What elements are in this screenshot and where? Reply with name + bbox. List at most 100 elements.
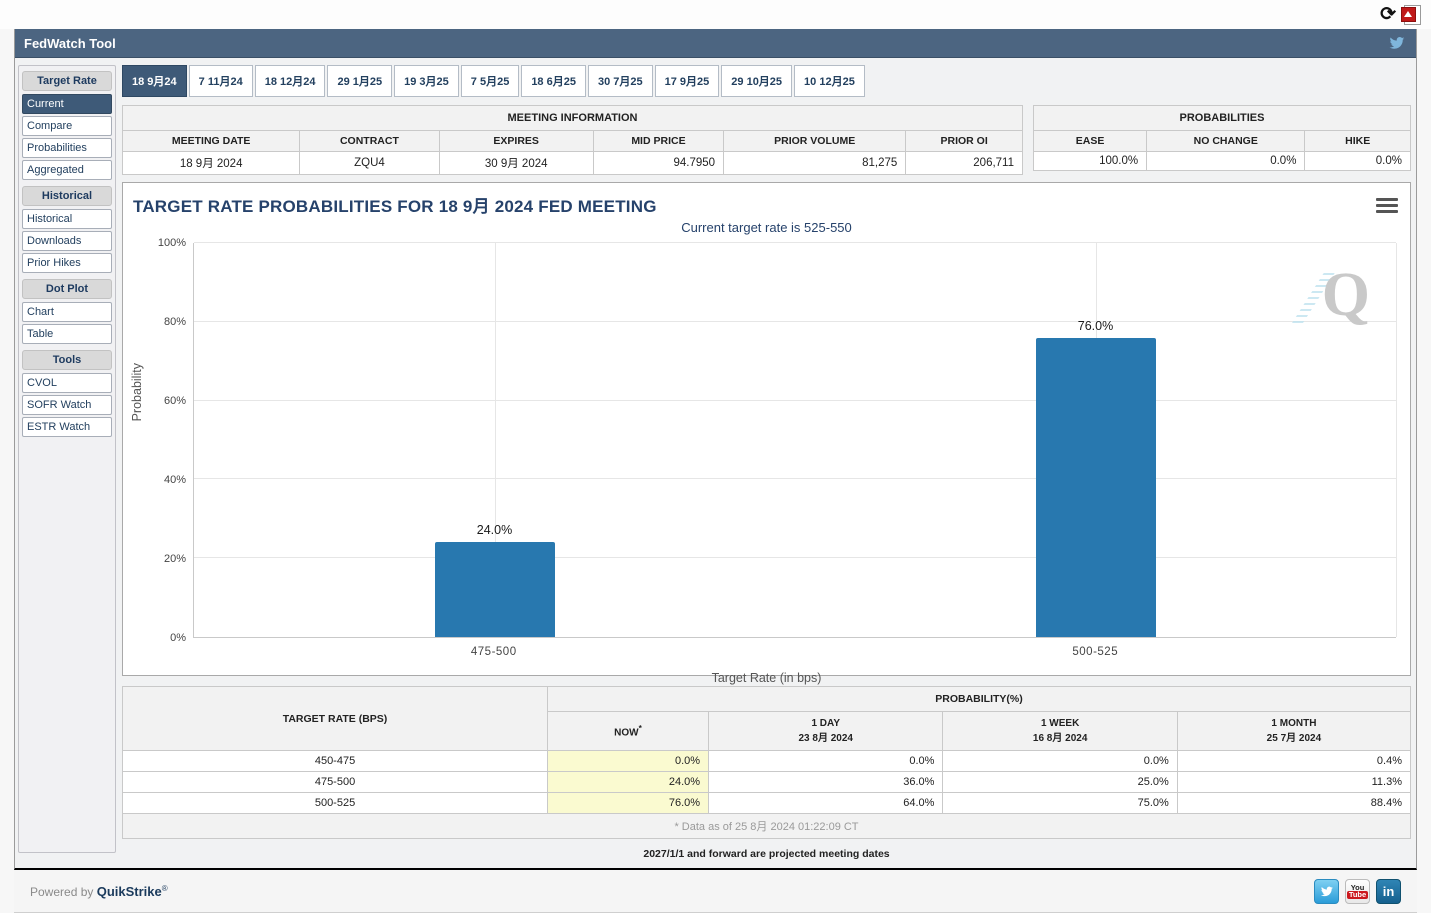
col-no-change: NO CHANGE [1147,131,1305,152]
tab-meeting-10[interactable]: 10 12月25 [794,65,865,97]
tab-meeting-4[interactable]: 19 3月25 [394,65,459,97]
tab-meeting-0[interactable]: 18 9月24 [122,65,187,97]
table-row-475-500: 475-500 24.0% 36.0% 25.0% 11.3% [123,772,1411,793]
tab-meeting-8[interactable]: 17 9月25 [655,65,720,97]
tab-meeting-3[interactable]: 29 1月25 [327,65,392,97]
sidebar-item-sofr-watch[interactable]: SOFR Watch [22,395,112,415]
twitter-icon[interactable] [1387,35,1407,51]
col-prior-volume: PRIOR VOLUME [724,131,906,152]
rate-cell: 450-475 [123,751,548,772]
y-tick-0: 0% [170,632,186,644]
y-tick-40: 40% [164,474,186,486]
sidebar-item-compare[interactable]: Compare [22,116,112,136]
now-cell: 24.0% [548,772,709,793]
bar-rect-475-500[interactable] [435,542,555,637]
chart-subtitle: Current target rate is 525-550 [123,220,1410,235]
y-tick-60: 60% [164,395,186,407]
sidebar-item-historical[interactable]: Historical [22,209,112,229]
probability-group-header: PROBABILITY(%) [548,687,1411,712]
linkedin-icon[interactable]: in [1376,879,1401,904]
rate-cell: 500-525 [123,793,548,814]
x-axis-title: Target Rate (in bps) [123,671,1410,685]
col-1-day: 1 DAY23 8月 2024 [709,712,943,751]
probability-history-table: TARGET RATE (BPS) PROBABILITY(%) NOW* 1 … [122,686,1411,839]
bar-475-500: 24.0% [435,243,555,637]
sidebar-item-cvol[interactable]: CVOL [22,373,112,393]
sidebar-item-estr-watch[interactable]: ESTR Watch [22,417,112,437]
now-cell: 76.0% [548,793,709,814]
meeting-tabs: 18 9月24 7 11月24 18 12月24 29 1月25 19 3月25… [122,65,1411,97]
youtube-icon[interactable]: You Tube [1345,879,1370,904]
tab-meeting-5[interactable]: 7 5月25 [461,65,520,97]
sidebar-item-current[interactable]: Current [22,94,112,114]
chart-title: TARGET RATE PROBABILITIES FOR 18 9月 2024… [123,183,1410,217]
y-axis-title: Probability [130,363,144,421]
sidebar-item-probabilities[interactable]: Probabilities [22,138,112,158]
target-rate-chart-panel: TARGET RATE PROBABILITIES FOR 18 9月 2024… [122,182,1411,676]
sidebar: Target Rate Current Compare Probabilitie… [18,65,116,853]
main-content: 18 9月24 7 11月24 18 12月24 29 1月25 19 3月25… [122,65,1411,862]
top-strip: ⟳ [0,0,1431,29]
bar-value-label: 24.0% [477,523,512,537]
sidebar-item-downloads[interactable]: Downloads [22,231,112,251]
col-prior-oi: PRIOR OI [906,131,1023,152]
table-row-450-475: 450-475 0.0% 0.0% 0.0% 0.4% [123,751,1411,772]
col-1-week: 1 WEEK16 8月 2024 [943,712,1177,751]
data-as-of-note: * Data as of 25 8月 2024 01:22:09 CT [123,814,1411,839]
col-contract: CONTRACT [300,131,439,152]
quikstrike-watermark-icon: Q [1292,265,1370,329]
prior-oi-value: 206,711 [906,152,1023,175]
pdf-export-icon[interactable] [1404,5,1421,25]
meeting-info-title: MEETING INFORMATION [123,106,1023,131]
month-cell: 88.4% [1177,793,1410,814]
sidebar-item-table[interactable]: Table [22,324,112,344]
day-cell: 0.0% [709,751,943,772]
rate-header: TARGET RATE (BPS) [123,687,548,751]
day-cell: 36.0% [709,772,943,793]
quikstrike-link[interactable]: QuikStrike [97,884,162,899]
prior-volume-value: 81,275 [724,152,906,175]
app-title: FedWatch Tool [24,36,116,51]
col-1-month: 1 MONTH25 7月 2024 [1177,712,1410,751]
ease-value: 100.0% [1034,152,1147,171]
sidebar-header-target-rate: Target Rate [22,71,112,91]
bar-value-label: 76.0% [1078,319,1113,333]
tab-meeting-6[interactable]: 18 6月25 [521,65,586,97]
tab-meeting-2[interactable]: 18 12月24 [255,65,326,97]
registered-mark: ® [162,884,168,893]
meeting-date-value: 18 9月 2024 [123,152,300,175]
bar-500-525: 76.0% [1036,243,1156,637]
day-cell: 64.0% [709,793,943,814]
y-tick-100: 100% [158,237,186,249]
chart-plot-area: Q 24.0% 76.0% 0% 20% 40% [193,243,1396,638]
summary-tables-row: MEETING INFORMATION MEETING DATE CONTRAC… [122,105,1411,175]
sidebar-header-tools: Tools [22,350,112,370]
sidebar-header-historical: Historical [22,186,112,206]
week-cell: 25.0% [943,772,1177,793]
month-cell: 11.3% [1177,772,1410,793]
x-category-475-500: 475-500 [471,646,517,658]
col-meeting-date: MEETING DATE [123,131,300,152]
contract-value: ZQU4 [300,152,439,175]
probabilities-summary-row: 100.0% 0.0% 0.0% [1034,152,1411,171]
bar-rect-500-525[interactable] [1036,338,1156,637]
probabilities-summary-table: PROBABILITIES EASE NO CHANGE HIKE 100.0%… [1033,105,1411,171]
tab-meeting-1[interactable]: 7 11月24 [189,65,253,97]
projected-dates-note: 2027/1/1 and forward are projected meeti… [122,839,1411,862]
sidebar-item-chart[interactable]: Chart [22,302,112,322]
col-ease: EASE [1034,131,1147,152]
y-tick-80: 80% [164,316,186,328]
twitter-icon[interactable] [1314,879,1339,904]
tab-meeting-9[interactable]: 29 10月25 [721,65,792,97]
chart-menu-icon[interactable] [1376,195,1398,215]
tab-meeting-7[interactable]: 30 7月25 [588,65,653,97]
mid-price-value: 94.7950 [593,152,723,175]
sidebar-item-prior-hikes[interactable]: Prior Hikes [22,253,112,273]
week-cell: 75.0% [943,793,1177,814]
table-row-500-525: 500-525 76.0% 64.0% 75.0% 88.4% [123,793,1411,814]
meeting-information-table: MEETING INFORMATION MEETING DATE CONTRAC… [122,105,1023,175]
hike-value: 0.0% [1305,152,1411,171]
refresh-icon[interactable]: ⟳ [1378,5,1398,24]
sidebar-item-aggregated[interactable]: Aggregated [22,160,112,180]
y-tick-20: 20% [164,553,186,565]
